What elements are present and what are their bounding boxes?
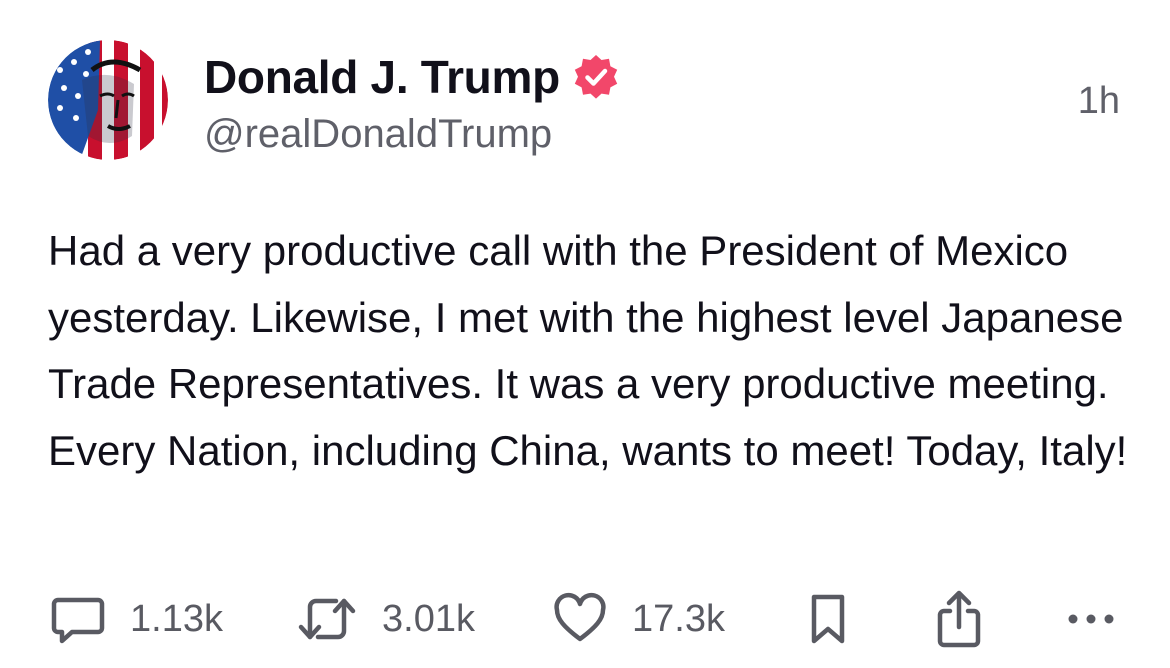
action-bar: 1.13k 3.01k 17.3k <box>0 588 1170 650</box>
verified-badge-icon <box>574 55 618 99</box>
repost-arrows-icon <box>298 598 356 640</box>
speech-bubble-icon <box>51 597 105 644</box>
bookmark-icon <box>811 594 845 644</box>
avatar[interactable] <box>48 40 168 160</box>
share-icon <box>937 590 981 648</box>
like-count: 17.3k <box>632 597 725 640</box>
repost-count: 3.01k <box>382 597 475 640</box>
author-handle[interactable]: @realDonaldTrump <box>204 112 552 157</box>
more-dots-icon <box>1068 614 1114 624</box>
reply-button[interactable]: 1.13k <box>50 588 223 650</box>
author-row: Donald J. Trump <box>204 50 620 104</box>
repost-button[interactable]: 3.01k <box>296 588 475 650</box>
like-button[interactable]: 17.3k <box>552 588 725 650</box>
bookmark-button[interactable] <box>806 588 850 650</box>
reply-count: 1.13k <box>130 597 223 640</box>
author-name[interactable]: Donald J. Trump <box>204 50 560 104</box>
post-text: Had a very productive call with the Pres… <box>48 227 1128 474</box>
post-timestamp[interactable]: 1h <box>1078 80 1120 123</box>
more-options-button[interactable] <box>1066 588 1116 650</box>
share-button[interactable] <box>934 588 984 650</box>
heart-icon <box>554 592 606 642</box>
